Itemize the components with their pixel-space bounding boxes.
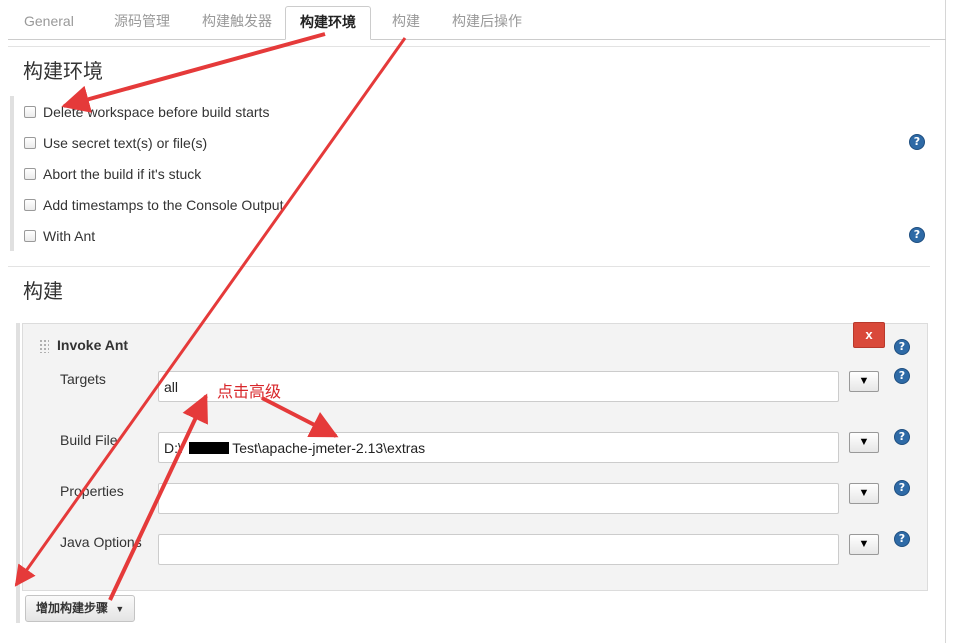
build-file-expand-button[interactable]: ▼ — [849, 432, 879, 453]
add-step-label: 增加构建步骤 — [36, 601, 109, 615]
tab-triggers[interactable]: 构建触发器 — [188, 6, 286, 40]
checkbox[interactable] — [24, 106, 36, 118]
config-tabs: General 源码管理 构建触发器 构建环境 构建 构建后操作 — [8, 0, 946, 40]
option-delete-workspace[interactable]: Delete workspace before build starts — [24, 102, 269, 122]
tab-build-env[interactable]: 构建环境 — [285, 6, 371, 40]
option-abort-stuck[interactable]: Abort the build if it's stuck — [24, 164, 201, 184]
help-icon[interactable]: ? — [894, 368, 910, 384]
redaction — [189, 442, 229, 454]
help-icon[interactable]: ? — [894, 480, 910, 496]
help-icon[interactable]: ? — [909, 227, 925, 243]
build-file-input[interactable] — [158, 432, 839, 463]
add-build-step-button[interactable]: 增加构建步骤 ▼ — [25, 595, 135, 622]
caret-down-icon: ▼ — [115, 604, 125, 614]
properties-input[interactable] — [158, 483, 839, 514]
job-config-page: General 源码管理 构建触发器 构建环境 构建 构建后操作 构建环境 De… — [0, 0, 946, 643]
divider — [8, 266, 930, 267]
java-options-label: Java Options — [60, 534, 142, 550]
divider — [8, 46, 930, 47]
checkbox[interactable] — [24, 199, 36, 211]
checkbox[interactable] — [24, 230, 36, 242]
tab-post-build[interactable]: 构建后操作 — [438, 6, 536, 40]
section-bar — [10, 96, 14, 251]
option-label: Abort the build if it's stuck — [43, 166, 202, 182]
properties-expand-button[interactable]: ▼ — [849, 483, 879, 504]
build-title: 构建 — [23, 281, 63, 303]
targets-label: Targets — [60, 371, 106, 387]
tab-general[interactable]: General — [10, 6, 88, 40]
tab-build[interactable]: 构建 — [378, 6, 434, 40]
help-icon[interactable]: ? — [894, 339, 910, 355]
build-env-title: 构建环境 — [23, 61, 103, 83]
help-icon[interactable]: ? — [894, 429, 910, 445]
drag-handle-icon[interactable] — [39, 339, 49, 353]
java-options-input[interactable] — [158, 534, 839, 565]
checkbox[interactable] — [24, 168, 36, 180]
help-icon[interactable]: ? — [909, 134, 925, 150]
help-icon[interactable]: ? — [894, 531, 910, 547]
checkbox[interactable] — [24, 137, 36, 149]
properties-label: Properties — [60, 483, 124, 499]
option-label: With Ant — [43, 228, 96, 244]
option-secret-text[interactable]: Use secret text(s) or file(s) — [24, 133, 207, 153]
section-bar — [16, 323, 20, 623]
targets-expand-button[interactable]: ▼ — [849, 371, 879, 392]
option-label: Delete workspace before build starts — [43, 104, 270, 120]
option-label: Use secret text(s) or file(s) — [43, 135, 208, 151]
option-timestamps[interactable]: Add timestamps to the Console Output — [24, 195, 283, 215]
build-file-label: Build File — [60, 432, 118, 448]
annotation-text: 点击高级 — [217, 384, 282, 401]
invoke-ant-step: Invoke Ant x ? Targets ▼ ? Build File ▼ … — [22, 322, 928, 591]
option-label: Add timestamps to the Console Output — [43, 197, 284, 213]
java-options-expand-button[interactable]: ▼ — [849, 534, 879, 555]
tab-scm[interactable]: 源码管理 — [100, 6, 184, 40]
arrow-to-delete-workspace — [61, 32, 326, 113]
delete-step-button[interactable]: x — [853, 322, 885, 348]
option-with-ant[interactable]: With Ant — [24, 226, 95, 246]
step-title: Invoke Ant — [57, 337, 129, 353]
